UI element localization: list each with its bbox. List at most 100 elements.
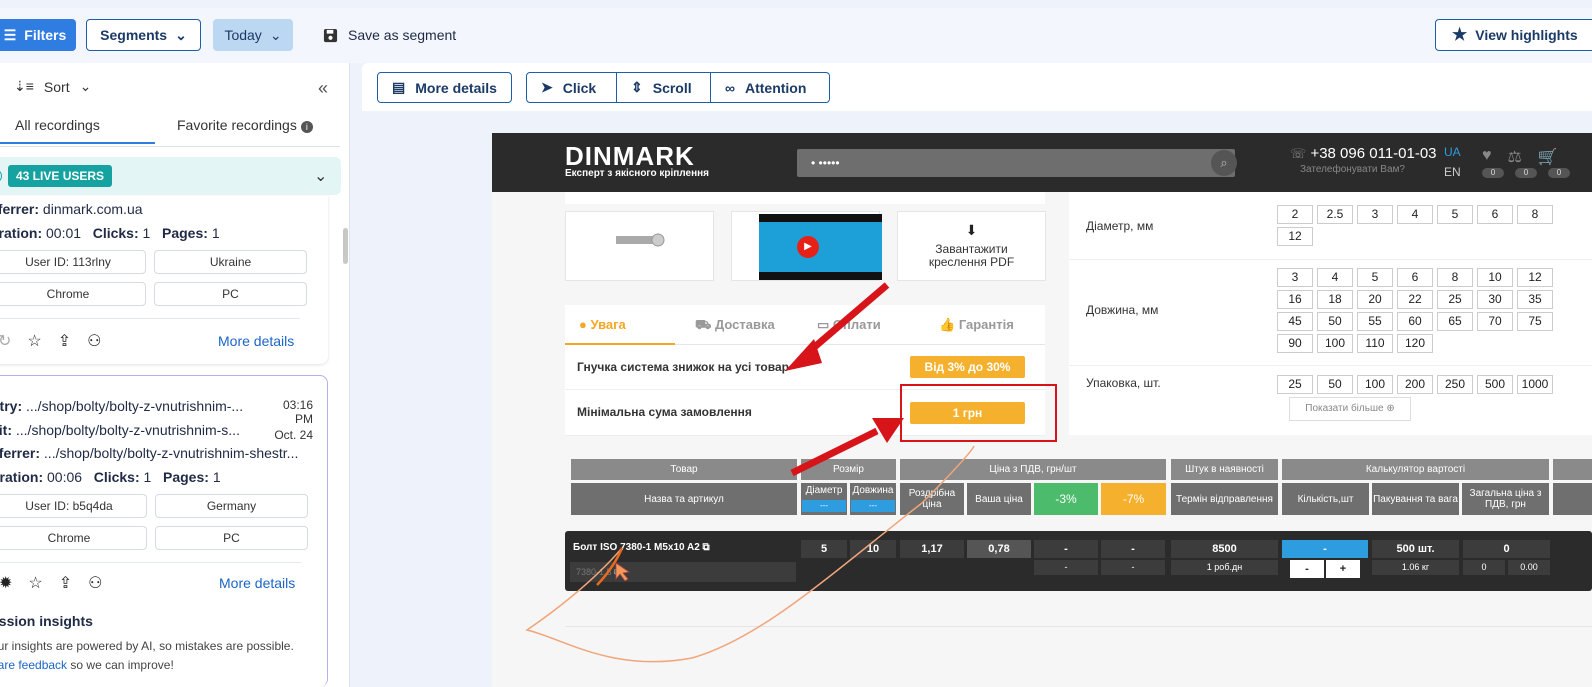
filter-chip[interactable]: 70 [1477, 312, 1513, 331]
share-icon[interactable]: ⇪ [59, 573, 72, 593]
search-icon[interactable]: ⌕ [1211, 150, 1237, 176]
filters-button[interactable]: ☰ Filters [0, 19, 76, 51]
filter-chip[interactable]: 3 [1357, 205, 1393, 224]
filter-chip[interactable]: 50 [1317, 375, 1353, 394]
copy-icon[interactable]: ⧉ [703, 542, 710, 553]
filter-chip[interactable]: 3 [1277, 268, 1313, 287]
tab-favorite-recordings[interactable]: Favorite recordings i [177, 117, 313, 133]
share-feedback-link[interactable]: hare feedback [0, 658, 67, 672]
click-heatmap-button[interactable]: ➤ Click [526, 72, 617, 103]
filter-chip[interactable]: 10 [1477, 268, 1513, 287]
product-video-thumb[interactable]: ▶ [731, 211, 882, 281]
date-range-dropdown[interactable]: Today ⌄ [213, 19, 293, 51]
filter-chip[interactable]: 100 [1357, 375, 1393, 394]
filter-chip[interactable]: 12 [1277, 227, 1313, 246]
filter-chip[interactable]: 2.5 [1317, 205, 1353, 224]
filter-chip[interactable]: 16 [1277, 290, 1313, 309]
attention-heatmap-button[interactable]: ∞ Attention [710, 72, 830, 103]
filter-chip[interactable]: 6 [1477, 205, 1513, 224]
sort-dropdown[interactable]: ⇣≡ Sort ⌄ [14, 78, 91, 95]
sidebar-scrollbar[interactable] [343, 228, 348, 264]
filter-chip[interactable]: 6 [1397, 268, 1433, 287]
filter-chip[interactable]: 8 [1437, 268, 1473, 287]
filter-chip[interactable]: 8 [1517, 205, 1553, 224]
play-icon[interactable]: ▶ [797, 236, 819, 258]
tab-all-recordings[interactable]: All recordings [0, 117, 155, 144]
tab-warranty[interactable]: 👍 Гарантія [939, 317, 1014, 333]
more-details-button[interactable]: ▤ More details [377, 72, 512, 103]
scroll-heatmap-button[interactable]: ⇕ Scroll [616, 72, 711, 103]
filter-chip[interactable]: 35 [1517, 290, 1553, 309]
product-sku[interactable]: 7380-1 5 ⧉ [570, 562, 796, 582]
product-row[interactable]: Болт ISO 7380-1 M5x10 A2 ⧉ 7380-1 5 ⧉ 5 … [565, 531, 1592, 591]
filter-chip[interactable]: 4 [1317, 268, 1353, 287]
product-image-thumb[interactable] [565, 211, 714, 281]
quantity-plus-button[interactable]: + [1326, 560, 1360, 578]
callback-link[interactable]: Зателефонувати Вам? [1300, 164, 1405, 175]
length-select[interactable]: --- [851, 500, 895, 512]
segments-dropdown[interactable]: Segments ⌄ [86, 19, 201, 51]
user-icon[interactable]: ⚇ [88, 573, 102, 593]
filter-chip[interactable]: 22 [1397, 290, 1433, 309]
filter-chip[interactable]: 12 [1517, 268, 1553, 287]
chevron-down-icon[interactable]: ⌄ [314, 166, 327, 186]
compare-icon[interactable]: ⚖ [1508, 147, 1522, 167]
filter-chip[interactable]: 55 [1357, 312, 1393, 331]
filter-chip[interactable]: 45 [1277, 312, 1313, 331]
user-icon[interactable]: ⚇ [87, 331, 101, 351]
tab-payment[interactable]: ▭ Оплати [817, 317, 881, 333]
tab-attention[interactable]: ● Увага [579, 317, 626, 332]
filter-chip[interactable]: 60 [1397, 312, 1433, 331]
filter-chip[interactable]: 100 [1317, 334, 1353, 353]
copy-icon[interactable]: ⧉ [614, 567, 620, 577]
product-name[interactable]: Болт ISO 7380-1 M5x10 A2 ⧉ [573, 542, 710, 553]
heart-icon[interactable]: ♥ [1482, 147, 1492, 167]
user-id-chip: User ID: b5q4da [0, 494, 147, 518]
filter-chip[interactable]: 2 [1277, 205, 1313, 224]
star-icon[interactable]: ☆ [28, 573, 42, 593]
filter-chip[interactable]: 25 [1437, 290, 1473, 309]
filter-chip[interactable]: 250 [1437, 375, 1473, 394]
filter-chip[interactable]: 50 [1317, 312, 1353, 331]
filter-chip[interactable]: 30 [1477, 290, 1513, 309]
more-details-link[interactable]: More details [218, 333, 294, 349]
filter-chip[interactable]: 200 [1397, 375, 1433, 394]
star-icon[interactable]: ☆ [27, 331, 41, 351]
filter-chip[interactable]: 90 [1277, 334, 1313, 353]
more-details-link[interactable]: More details [219, 575, 295, 591]
quantity-minus-button[interactable]: - [1290, 560, 1324, 578]
site-search-input[interactable]: • ••••• [797, 149, 1235, 177]
filter-chip[interactable]: 18 [1317, 290, 1353, 309]
share-icon[interactable]: ⇪ [58, 331, 71, 351]
filter-chip[interactable]: 4 [1397, 205, 1433, 224]
tab-delivery[interactable]: ⛟ Доставка [695, 317, 775, 335]
filter-chip[interactable]: 65 [1437, 312, 1473, 331]
info-icon[interactable]: i [300, 121, 313, 133]
quantity-input[interactable]: - [1282, 540, 1368, 558]
cart-icon[interactable]: 🛒 [1538, 147, 1558, 167]
live-users-banner[interactable]: 43 LIVE USERS ⌄ [0, 157, 341, 195]
filter-chip[interactable]: 500 [1477, 375, 1513, 394]
show-more-button[interactable]: Показати більше ⊕ [1289, 397, 1411, 421]
session-card[interactable]: eferrer: dinmark.com.ua uration: 00:01 C… [0, 196, 328, 364]
filter-chip[interactable]: 110 [1357, 334, 1393, 353]
session-card[interactable]: ntry: .../shop/bolty/bolty-z-vnutrishnim… [0, 375, 328, 687]
download-pdf-button[interactable]: ⬇ Завантажити креслення PDF [897, 211, 1046, 281]
filmstrip-icon[interactable]: ✹ [0, 573, 12, 593]
filter-chip[interactable]: 5 [1357, 268, 1393, 287]
filter-chip[interactable]: 75 [1517, 312, 1553, 331]
filter-chip[interactable]: 5 [1437, 205, 1473, 224]
product-pack: 500 шт. [1372, 540, 1459, 558]
phone-number[interactable]: ☏ +38 096 011-01-03 [1290, 145, 1437, 162]
lang-en[interactable]: EN [1444, 165, 1461, 179]
collapse-sidebar-icon[interactable]: « [318, 78, 328, 99]
lang-ua[interactable]: UA [1444, 145, 1461, 159]
view-highlights-button[interactable]: ★ View highlights [1435, 19, 1592, 51]
filter-chip[interactable]: 20 [1357, 290, 1393, 309]
filter-chip[interactable]: 1000 [1517, 375, 1553, 394]
save-as-segment-button[interactable]: Save as segment [323, 27, 456, 43]
filter-chip[interactable]: 120 [1397, 334, 1433, 353]
refresh-icon[interactable]: ↻ [0, 331, 11, 351]
filter-chip[interactable]: 25 [1277, 375, 1313, 394]
diameter-select[interactable]: --- [802, 500, 846, 512]
